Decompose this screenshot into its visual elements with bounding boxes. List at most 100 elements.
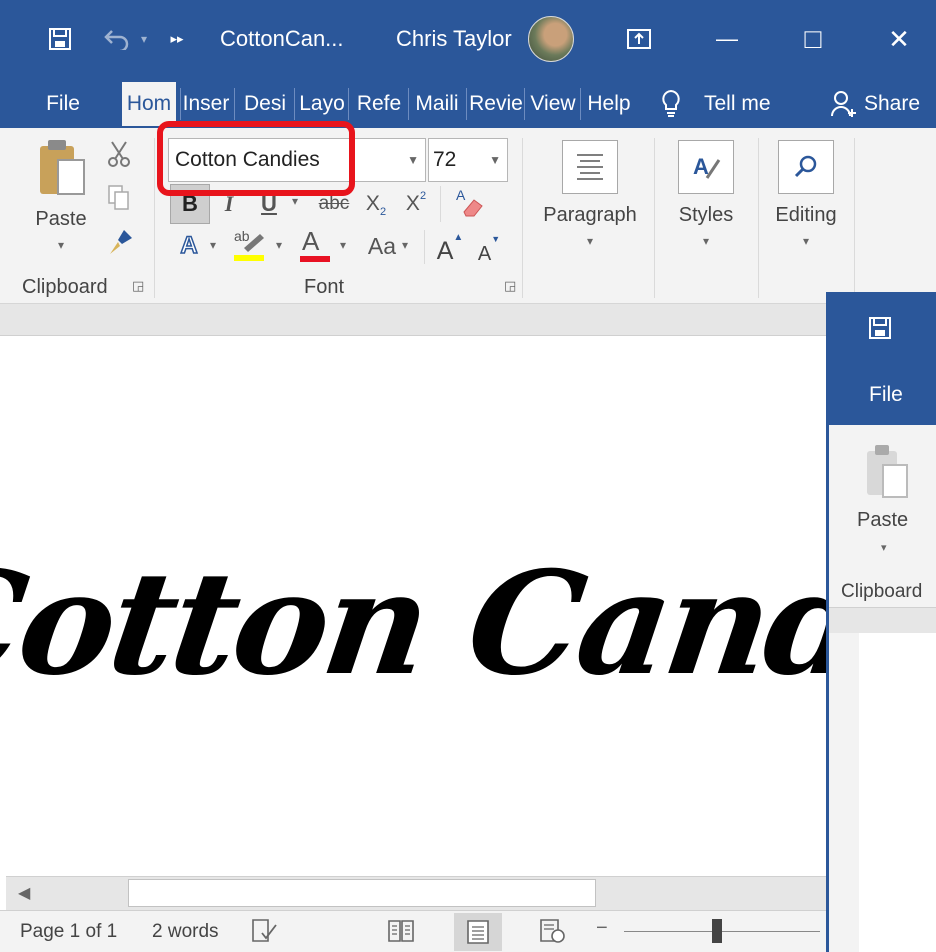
- quick-access-overflow-icon[interactable]: ▸▸: [164, 16, 190, 62]
- font-size-dropdown-icon[interactable]: ▼: [489, 153, 501, 167]
- clear-formatting-button[interactable]: A: [452, 186, 486, 222]
- zoom-slider-track[interactable]: [624, 931, 820, 932]
- tab-help[interactable]: Help: [582, 82, 636, 126]
- superscript-button[interactable]: X2: [400, 184, 432, 224]
- undo-button[interactable]: [96, 16, 136, 62]
- clipboard-dialog-launcher-icon[interactable]: ◲: [132, 278, 144, 294]
- change-case-dropdown-icon[interactable]: ▾: [402, 238, 408, 252]
- proofing-button[interactable]: [250, 917, 280, 945]
- paragraph-label: Paragraph: [543, 204, 637, 226]
- svg-text:A: A: [693, 154, 709, 179]
- highlighter-icon: [234, 234, 264, 261]
- document-top-gutter: [0, 304, 826, 336]
- font-row-divider: [424, 230, 425, 264]
- subscript-x: X: [365, 192, 380, 215]
- shrink-font-button[interactable]: A ▼: [474, 228, 504, 266]
- paste-button[interactable]: Paste ▾: [28, 136, 98, 264]
- zoom-slider-thumb[interactable]: [712, 919, 722, 943]
- tab-divider: [524, 88, 525, 120]
- tab-insert[interactable]: Inser: [180, 82, 232, 126]
- tab-home[interactable]: Hom: [122, 82, 176, 126]
- word-count[interactable]: 2 words: [152, 921, 219, 943]
- font-color-dropdown-icon[interactable]: ▾: [340, 238, 346, 252]
- undo-dropdown-icon[interactable]: ▾: [136, 16, 152, 62]
- group-divider: [854, 138, 855, 298]
- second-window-paste-button[interactable]: [863, 441, 913, 503]
- web-layout-button[interactable]: [538, 917, 568, 945]
- highlight-dropdown-icon[interactable]: ▾: [276, 238, 282, 252]
- close-button[interactable]: ✕: [876, 16, 922, 62]
- shrink-font-a: A: [477, 243, 492, 265]
- paintbrush-icon: [110, 230, 132, 254]
- tab-divider: [180, 88, 181, 120]
- horizontal-scrollbar[interactable]: ◀: [6, 876, 826, 910]
- tab-view[interactable]: View: [526, 82, 580, 126]
- tab-review[interactable]: Revie: [468, 82, 524, 126]
- grow-font-button[interactable]: A ▲: [434, 226, 466, 266]
- user-name[interactable]: Chris Taylor: [396, 16, 526, 62]
- eraser-icon: A: [456, 187, 483, 217]
- paragraph-box: [562, 140, 618, 194]
- second-window-tab-file[interactable]: File: [869, 383, 903, 407]
- save-icon: [869, 317, 891, 339]
- underline-dropdown-icon[interactable]: ▾: [292, 194, 298, 208]
- font-group-label: Font: [304, 276, 345, 298]
- change-case-button[interactable]: Aa: [362, 228, 402, 264]
- save-button[interactable]: [40, 16, 80, 62]
- cut-button[interactable]: [106, 140, 134, 168]
- editing-button[interactable]: Editing ▾: [764, 136, 848, 264]
- avatar[interactable]: [528, 16, 574, 62]
- text-effects-button[interactable]: A: [174, 228, 204, 264]
- superscript-x: X: [405, 192, 420, 215]
- ribbon: Paste ▾ Clipboard ◲ Cotton Candies ▼ 72 …: [0, 128, 936, 304]
- zoom-out-icon[interactable]: −: [596, 917, 608, 940]
- highlight-button[interactable]: ab: [230, 226, 270, 266]
- font-name-callout: [157, 121, 355, 196]
- paste-dropdown-icon[interactable]: ▾: [28, 238, 94, 252]
- tab-layout[interactable]: Layo: [296, 82, 348, 126]
- group-divider: [154, 138, 155, 298]
- tab-divider: [466, 88, 467, 120]
- subscript-2: 2: [379, 206, 387, 218]
- clipboard-paste-icon: [40, 140, 85, 195]
- superscript-2: 2: [419, 190, 427, 202]
- styles-box: A: [678, 140, 734, 194]
- styles-dropdown-icon: ▾: [702, 234, 710, 248]
- second-window-save-button[interactable]: [869, 317, 891, 339]
- ribbon-display-options-button[interactable]: [616, 16, 662, 62]
- scroll-left-icon[interactable]: ◀: [18, 883, 30, 903]
- paragraph-button[interactable]: Paragraph ▾: [530, 136, 650, 264]
- align-lines-icon: [577, 154, 603, 180]
- maximize-button[interactable]: □: [790, 16, 836, 62]
- text-effects-dropdown-icon[interactable]: ▾: [210, 238, 216, 252]
- subscript-button[interactable]: X2: [360, 184, 392, 224]
- read-mode-icon: [388, 920, 414, 942]
- minimize-button[interactable]: —: [704, 16, 750, 62]
- font-color-button[interactable]: A: [298, 226, 332, 266]
- tell-me-box[interactable]: Tell me: [660, 84, 790, 124]
- web-layout-icon: [540, 919, 565, 943]
- page-count[interactable]: Page 1 of 1: [20, 921, 117, 943]
- font-dialog-launcher-icon[interactable]: ◲: [504, 278, 516, 294]
- tab-references[interactable]: Refe: [350, 82, 408, 126]
- second-word-window: File Paste ▾ Clipboard: [826, 292, 936, 952]
- document-page[interactable]: Cotton Candy: [0, 336, 936, 876]
- paste-label: Paste: [35, 208, 87, 230]
- status-bar: Page 1 of 1 2 words −: [0, 910, 826, 952]
- share-button[interactable]: Share: [830, 84, 936, 124]
- read-mode-button[interactable]: [386, 917, 416, 945]
- second-window-gutter: [829, 607, 936, 633]
- font-size-input[interactable]: 72 ▼: [428, 138, 508, 182]
- tab-mailings[interactable]: Maili: [410, 82, 464, 126]
- tab-design[interactable]: Desi: [236, 82, 294, 126]
- print-layout-button[interactable]: [454, 913, 502, 951]
- format-painter-button[interactable]: [106, 228, 136, 256]
- tab-file[interactable]: File: [32, 82, 94, 126]
- scrollbar-thumb[interactable]: [128, 879, 596, 907]
- share-person-icon: [831, 91, 856, 117]
- tell-me-label: Tell me: [704, 92, 771, 115]
- font-name-dropdown-icon[interactable]: ▼: [407, 153, 419, 167]
- grow-arrow-icon: ▲: [453, 232, 464, 243]
- styles-button[interactable]: A Styles ▾: [660, 136, 752, 264]
- copy-button[interactable]: [106, 184, 134, 212]
